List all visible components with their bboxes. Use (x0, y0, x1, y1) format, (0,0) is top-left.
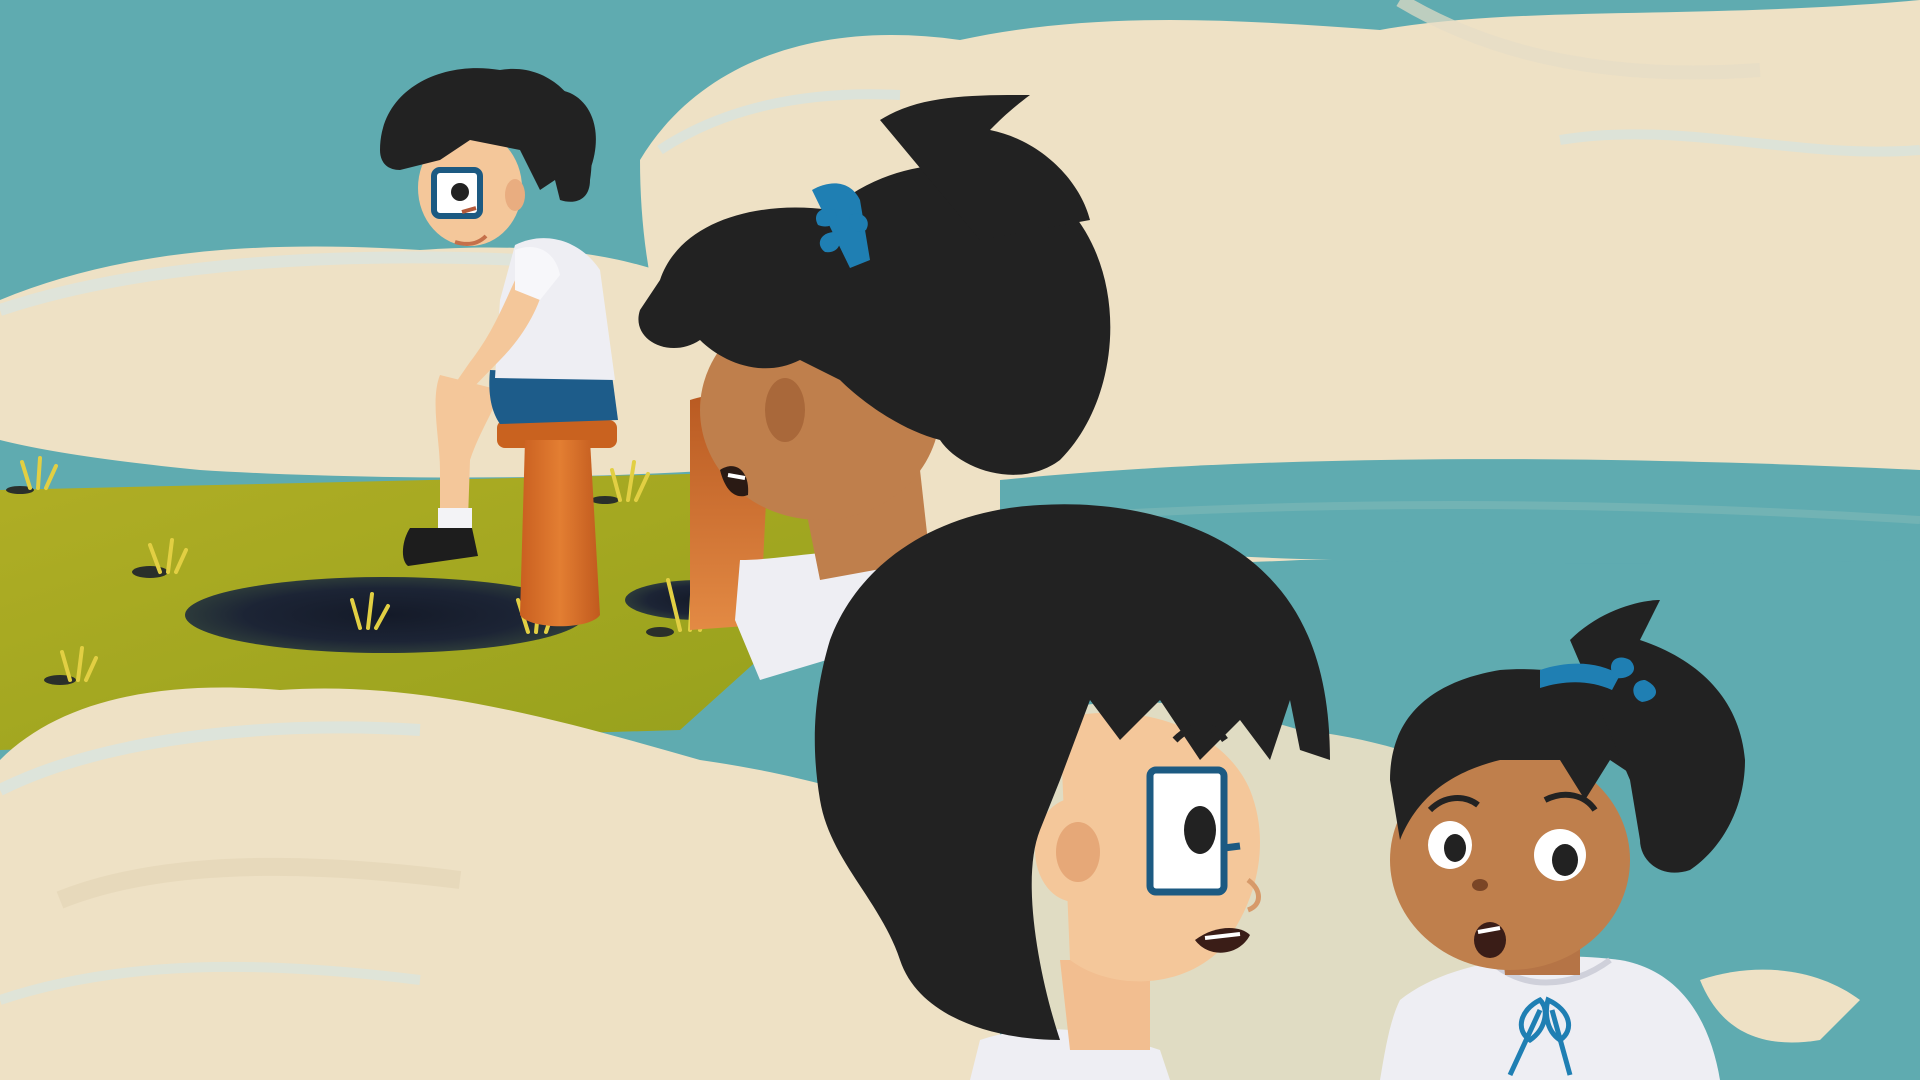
illustration-canvas (0, 0, 1920, 1080)
